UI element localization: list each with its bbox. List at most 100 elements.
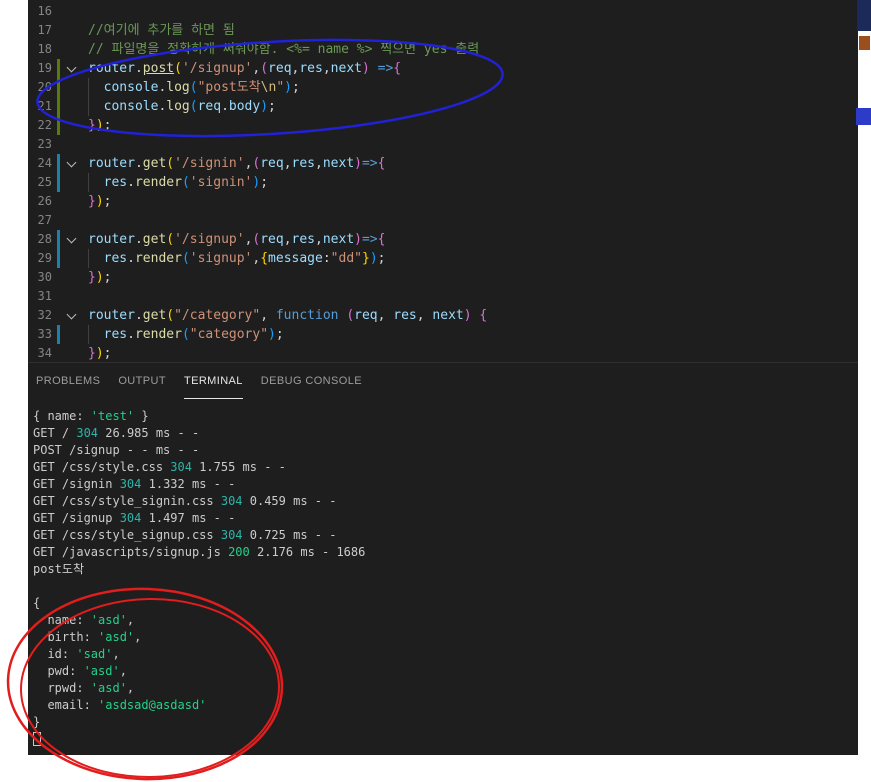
code-line[interactable]: 23 <box>28 135 858 154</box>
terminal-cursor <box>33 731 41 746</box>
code-line[interactable]: 30}); <box>28 268 858 287</box>
code-line[interactable]: 21 console.log(req.body); <box>28 97 858 116</box>
terminal-line: birth: 'asd', <box>33 630 142 644</box>
line-number: 17 <box>37 23 52 37</box>
code-line[interactable]: 18 // 파일명을 정확하게 써줘야함. <%= name %> 찍으면 yes… <box>28 40 858 59</box>
line-number: 33 <box>37 327 52 341</box>
line-number: 29 <box>37 251 52 265</box>
code-text: //여기에 추가를 하면 됨 <box>88 23 235 38</box>
line-number: 31 <box>37 289 52 303</box>
code-line[interactable]: 32 router.get("/category", function (req,… <box>28 306 858 325</box>
line-number: 30 <box>37 270 52 284</box>
code-line[interactable]: 28 router.get('/signup',(req,res,next)=>{ <box>28 230 858 249</box>
code-text: router.get('/signin',(req,res,next)=>{ <box>88 156 386 171</box>
code-line[interactable]: 19 router.post('/signup',(req,res,next) =… <box>28 59 858 78</box>
git-gutter-modified-indicator <box>57 230 60 249</box>
code-text: router.post('/signup',(req,res,next) =>{ <box>88 61 402 76</box>
line-number: 34 <box>37 346 52 360</box>
code-line[interactable]: 24 router.get('/signin',(req,res,next)=>{ <box>28 154 858 173</box>
line-number: 22 <box>37 118 52 132</box>
terminal-line: } <box>33 715 41 729</box>
git-gutter-added-indicator <box>57 97 60 116</box>
line-number: 21 <box>37 99 52 113</box>
fold-chevron-icon[interactable] <box>64 59 80 78</box>
code-text: router.get("/category", function (req, r… <box>88 308 488 323</box>
code-line[interactable]: 20 console.log("post도착\n"); <box>28 78 858 97</box>
terminal-cursor-line <box>33 731 858 748</box>
code-line[interactable]: 31 <box>28 287 858 306</box>
line-number: 25 <box>37 175 52 189</box>
code-text: res.render("category"); <box>88 325 284 344</box>
line-number: 28 <box>37 232 52 246</box>
code-line[interactable]: 34}); <box>28 344 858 362</box>
code-lines: 16 17 //여기에 추가를 하면 됨 18 // 파일명을 정확하게 써줘야함. <… <box>28 2 858 362</box>
terminal-output[interactable]: { name: 'test' } GET / 304 26.985 ms - - P… <box>28 399 858 748</box>
code-line[interactable]: 16 <box>28 2 858 21</box>
code-editor[interactable]: 16 17 //여기에 추가를 하면 됨 18 // 파일명을 정확하게 써줘야함. <… <box>28 0 858 362</box>
terminal-line: POST /signup - - ms - - <box>33 443 200 457</box>
line-number: 27 <box>37 213 52 227</box>
fold-chevron-icon[interactable] <box>64 230 80 249</box>
terminal-line: name: 'asd', <box>33 613 135 627</box>
git-gutter-modified-indicator <box>57 154 60 173</box>
code-line[interactable]: 25 res.render('signin'); <box>28 173 858 192</box>
code-text: }); <box>88 346 112 361</box>
terminal-line: GET /javascripts/signup.js 200 2.176 ms … <box>33 545 366 559</box>
code-line[interactable]: 33 res.render("category"); <box>28 325 858 344</box>
panel-tab-problems[interactable]: PROBLEMS <box>36 363 100 399</box>
panel-tab-terminal[interactable]: TERMINAL <box>183 363 243 399</box>
code-text: }); <box>88 118 112 133</box>
git-gutter-modified-indicator <box>57 173 60 192</box>
terminal-line: GET /css/style_signup.css 304 0.725 ms -… <box>33 528 337 542</box>
panel-tab-output[interactable]: OUTPUT <box>118 363 166 399</box>
terminal-line: GET /signin 304 1.332 ms - - <box>33 477 236 491</box>
terminal-line: rpwd: 'asd', <box>33 681 135 695</box>
right-edge-mark-blue <box>856 108 871 125</box>
git-gutter-added-indicator <box>57 116 60 135</box>
panel-tab-bar: PROBLEMS OUTPUT TERMINAL DEBUG CONSOLE <box>28 363 858 399</box>
terminal-line: pwd: 'asd', <box>33 664 127 678</box>
git-gutter-modified-indicator <box>57 249 60 268</box>
bottom-panel: PROBLEMS OUTPUT TERMINAL DEBUG CONSOLE { na… <box>28 362 858 755</box>
code-text: // 파일명을 정확하게 써줘야함. <%= name %> 찍으면 yes 출… <box>88 42 480 57</box>
code-text: console.log("post도착\n"); <box>88 78 300 97</box>
terminal-line: GET / 304 26.985 ms - - <box>33 426 200 440</box>
terminal-line: email: 'asdsad@asdasd' <box>33 698 207 712</box>
line-number: 26 <box>37 194 52 208</box>
code-text: res.render('signup',{message:"dd"}); <box>88 249 385 268</box>
terminal-line: GET /css/style_signin.css 304 0.459 ms -… <box>33 494 337 508</box>
code-line[interactable]: 22}); <box>28 116 858 135</box>
right-edge-mark-navy <box>857 0 871 31</box>
code-line[interactable]: 26}); <box>28 192 858 211</box>
git-gutter-added-indicator <box>57 59 60 78</box>
fold-chevron-icon[interactable] <box>64 154 80 173</box>
fold-chevron-icon[interactable] <box>64 306 80 325</box>
terminal-line: { <box>33 596 41 610</box>
line-number: 24 <box>37 156 52 170</box>
code-text: }); <box>88 194 112 209</box>
code-line[interactable]: 29 res.render('signup',{message:"dd"}); <box>28 249 858 268</box>
code-text: res.render('signin'); <box>88 173 268 192</box>
line-number: 23 <box>37 137 52 151</box>
terminal-line: { name: 'test' } <box>33 409 149 423</box>
line-number: 16 <box>37 4 52 18</box>
code-text: }); <box>88 270 112 285</box>
line-number: 18 <box>37 42 52 56</box>
git-gutter-modified-indicator <box>57 325 60 344</box>
code-line[interactable]: 27 <box>28 211 858 230</box>
terminal-line: GET /signup 304 1.497 ms - - <box>33 511 236 525</box>
git-gutter-added-indicator <box>57 78 60 97</box>
code-text: router.get('/signup',(req,res,next)=>{ <box>88 232 386 247</box>
code-line[interactable]: 17 //여기에 추가를 하면 됨 <box>28 21 858 40</box>
terminal-line: GET /css/style.css 304 1.755 ms - - <box>33 460 286 474</box>
vscode-window: 16 17 //여기에 추가를 하면 됨 18 // 파일명을 정확하게 써줘야함. <… <box>28 0 858 755</box>
line-number: 32 <box>37 308 52 322</box>
terminal-line: id: 'sad', <box>33 647 120 661</box>
right-edge-mark-orange <box>859 36 870 50</box>
line-number: 20 <box>37 80 52 94</box>
line-number: 19 <box>37 61 52 75</box>
panel-tab-debug-console[interactable]: DEBUG CONSOLE <box>261 363 362 399</box>
code-text: console.log(req.body); <box>88 97 276 116</box>
terminal-line: post도착 <box>33 562 84 576</box>
